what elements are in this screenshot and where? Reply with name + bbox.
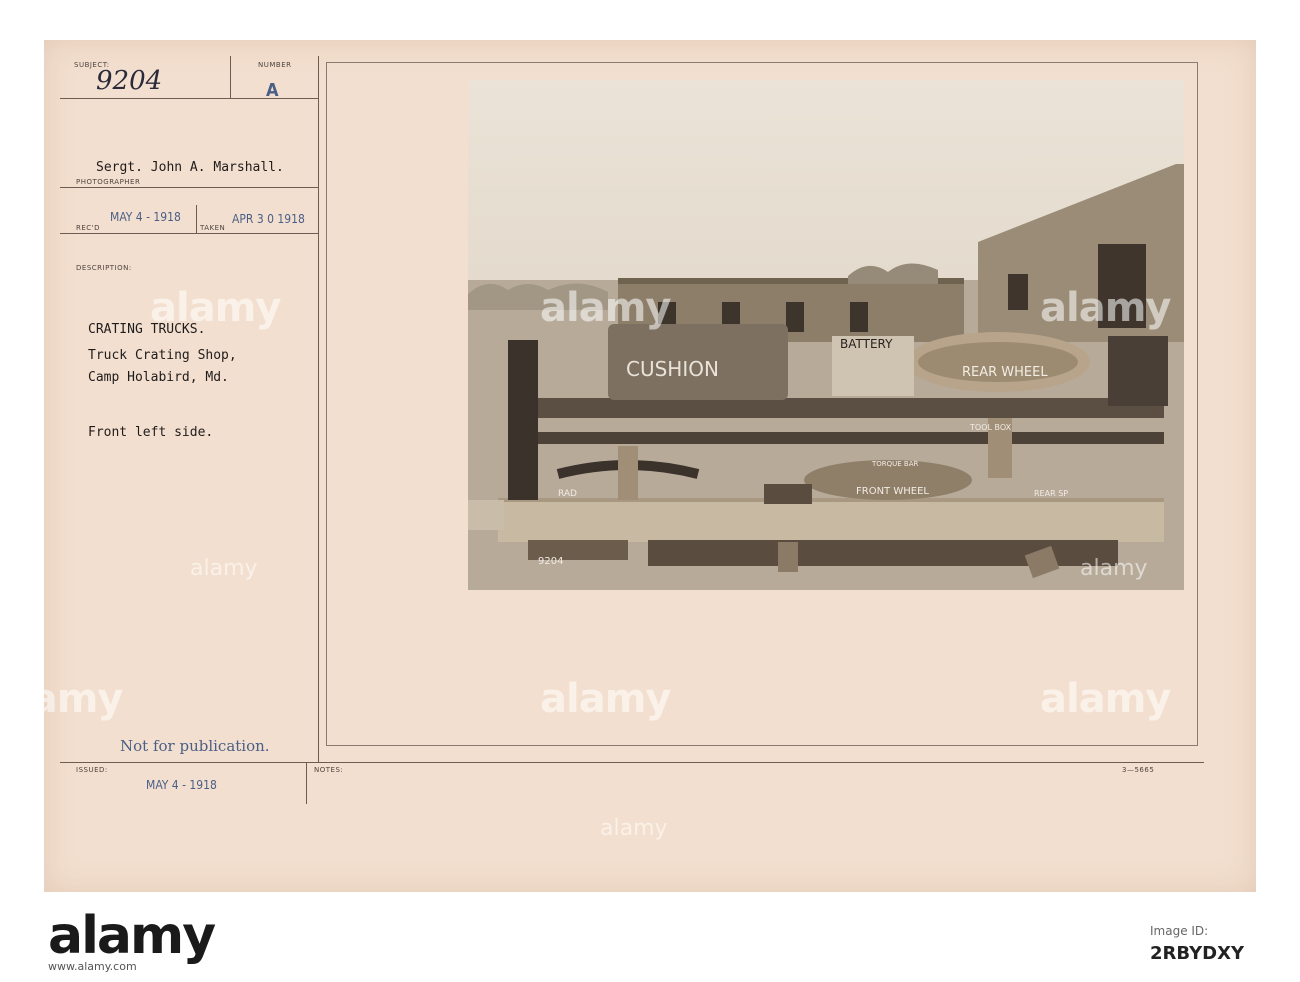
top-rule <box>60 98 318 99</box>
dates-rule <box>60 233 318 234</box>
site-url[interactable]: www.alamy.com <box>48 960 137 973</box>
watermark-small-top: alamy <box>600 0 668 15</box>
issued-date: MAY 4 - 1918 <box>146 778 217 792</box>
recd-date: MAY 4 - 1918 <box>110 210 181 224</box>
negative-number: 9204 <box>538 556 563 567</box>
chalk-rad: RAD <box>558 489 577 499</box>
chalk-rear-sp: REAR SP <box>1034 489 1068 498</box>
issued-notes-divider <box>306 762 307 804</box>
chalk-battery: BATTERY <box>840 337 893 351</box>
description-line-1: Truck Crating Shop, <box>88 348 237 363</box>
image-id-block: Image ID: 2RBYDXY <box>1150 922 1244 967</box>
watermark-bottom-right: alamy <box>1040 676 1171 722</box>
photographer-label: PHOTOGRAPHER <box>76 178 141 186</box>
watermark-right: alamy <box>1040 285 1171 331</box>
description-line-3: Front left side. <box>88 425 214 440</box>
subject-number-divider <box>230 56 231 98</box>
recd-taken-divider <box>196 205 197 233</box>
taken-date: APR 3 0 1918 <box>232 212 305 226</box>
photographer-name: Sergt. John A. Marshall. <box>96 160 284 175</box>
chalk-cushion: CUSHION <box>626 357 719 381</box>
watermark-bottom-left: alamy <box>0 676 123 722</box>
watermark-left: alamy <box>150 285 281 331</box>
stock-banner: alamy Image ID: 2RBYDXY www.alamy.com <box>0 892 1300 982</box>
recd-label: REC'D <box>76 224 100 232</box>
chalk-front-wheel: FRONT WHEEL <box>856 486 929 497</box>
watermark-small-bottom: alamy <box>600 816 668 841</box>
photograph-illustration: CUSHION BATTERY REAR WHEEL TOOL BOX TORQ… <box>468 80 1184 590</box>
truck-crating-photograph: CUSHION BATTERY REAR WHEEL TOOL BOX TORQ… <box>468 80 1184 590</box>
chalk-torque-bar: TORQUE BAR <box>871 460 919 468</box>
subject-value: 9204 <box>96 66 163 96</box>
chalk-tool-box: TOOL BOX <box>969 423 1012 432</box>
description-line-2: Camp Holabird, Md. <box>88 370 229 385</box>
left-column-divider <box>318 56 319 762</box>
watermark-small-mid-2: alamy <box>1080 556 1148 581</box>
notes-label: NOTES: <box>314 766 344 774</box>
bottom-rule <box>60 762 1204 763</box>
issued-label: ISSUED: <box>76 766 108 774</box>
watermark-bottom-center: alamy <box>540 676 671 722</box>
number-value: A <box>266 80 279 101</box>
watermark-small-mid-1: alamy <box>190 556 258 581</box>
watermark-center: alamy <box>540 285 671 331</box>
image-id-value: 2RBYDXY <box>1150 943 1245 964</box>
not-for-publication-stamp: Not for publication. <box>120 737 270 755</box>
taken-label: TAKEN <box>200 224 226 232</box>
description-label: DESCRIPTION: <box>76 264 132 272</box>
number-label: NUMBER <box>258 61 292 69</box>
alamy-logo[interactable]: alamy <box>48 906 216 966</box>
form-number: 3—5665 <box>1122 766 1155 774</box>
photographer-rule <box>60 187 318 188</box>
image-id-label: Image ID: <box>1150 924 1209 938</box>
chalk-rear-wheel: REAR WHEEL <box>962 365 1048 380</box>
